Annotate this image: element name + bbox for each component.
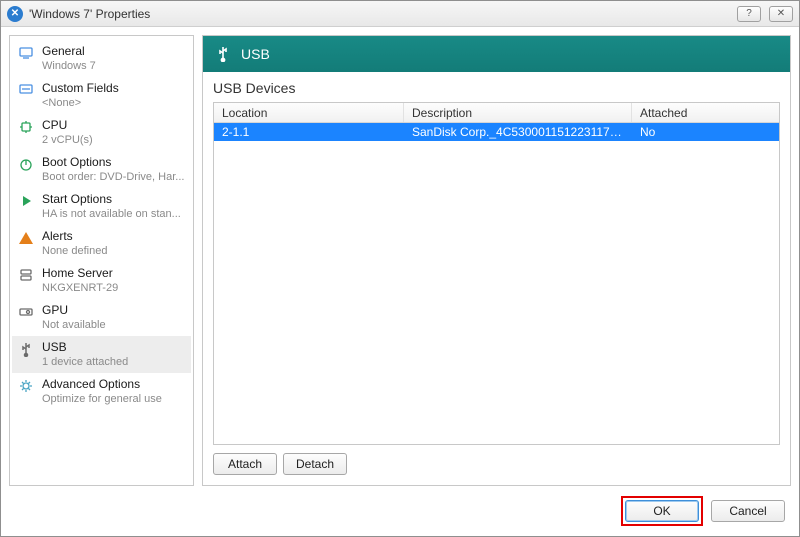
dialog-footer: OK Cancel	[9, 494, 791, 528]
sidebar-item-label: Start Options	[42, 192, 185, 207]
sidebar-item-sub: None defined	[42, 244, 185, 258]
sidebar-item-sub: Optimize for general use	[42, 392, 185, 406]
sidebar-item-advanced-options[interactable]: Advanced Options Optimize for general us…	[12, 373, 191, 410]
sidebar-item-cpu[interactable]: CPU 2 vCPU(s)	[12, 114, 191, 151]
content-title: USB	[241, 46, 270, 62]
sidebar-item-sub: HA is not available on stan...	[42, 207, 185, 221]
cell-location: 2-1.1	[214, 125, 404, 139]
column-header-location[interactable]: Location	[214, 103, 404, 122]
sidebar: General Windows 7 Custom Fields <None>	[9, 35, 194, 486]
window-title: 'Windows 7' Properties	[29, 7, 729, 21]
sidebar-item-usb[interactable]: USB 1 device attached	[12, 336, 191, 373]
sidebar-item-label: Alerts	[42, 229, 185, 244]
ok-highlight-box: OK	[621, 496, 703, 526]
content-body: USB Devices Location Description Attache…	[203, 72, 790, 485]
column-header-attached[interactable]: Attached	[632, 103, 779, 122]
cell-description: SanDisk Corp._4C530001151223117134	[404, 125, 632, 139]
close-button[interactable]: ✕	[769, 6, 793, 22]
sidebar-item-home-server[interactable]: Home Server NKGXENRT-29	[12, 262, 191, 299]
sidebar-item-sub: 2 vCPU(s)	[42, 133, 185, 147]
sidebar-item-sub: Not available	[42, 318, 185, 332]
attach-button[interactable]: Attach	[213, 453, 277, 475]
sidebar-item-label: Boot Options	[42, 155, 185, 170]
sidebar-item-label: CPU	[42, 118, 185, 133]
section-title: USB Devices	[213, 80, 780, 96]
sidebar-item-label: Custom Fields	[42, 81, 185, 96]
sidebar-item-label: USB	[42, 340, 185, 355]
cancel-button[interactable]: Cancel	[711, 500, 785, 522]
power-icon	[18, 156, 34, 172]
sidebar-item-sub: Windows 7	[42, 59, 185, 73]
sidebar-item-label: GPU	[42, 303, 185, 318]
sidebar-item-label: General	[42, 44, 185, 59]
sidebar-item-sub: <None>	[42, 96, 185, 110]
sidebar-item-start-options[interactable]: Start Options HA is not available on sta…	[12, 188, 191, 225]
sidebar-item-sub: Boot order: DVD-Drive, Har...	[42, 170, 185, 184]
table-body: 2-1.1 SanDisk Corp._4C530001151223117134…	[214, 123, 779, 444]
play-icon	[18, 193, 34, 209]
app-icon: ✕	[7, 6, 23, 22]
alert-icon	[18, 230, 34, 246]
usb-devices-table: Location Description Attached 2-1.1 SanD…	[213, 102, 780, 445]
detach-button[interactable]: Detach	[283, 453, 347, 475]
sidebar-item-custom-fields[interactable]: Custom Fields <None>	[12, 77, 191, 114]
sidebar-item-general[interactable]: General Windows 7	[12, 40, 191, 77]
sidebar-item-label: Home Server	[42, 266, 185, 281]
monitor-icon	[18, 45, 34, 61]
server-icon	[18, 267, 34, 283]
sidebar-item-label: Advanced Options	[42, 377, 185, 392]
properties-dialog: ✕ 'Windows 7' Properties ? ✕ General Win…	[0, 0, 800, 537]
table-header: Location Description Attached	[214, 103, 779, 123]
cpu-icon	[18, 119, 34, 135]
content-header: USB	[203, 36, 790, 72]
titlebar: ✕ 'Windows 7' Properties ? ✕	[1, 1, 799, 27]
content-panel: USB USB Devices Location Description Att…	[202, 35, 791, 486]
tag-icon	[18, 82, 34, 98]
sidebar-item-alerts[interactable]: Alerts None defined	[12, 225, 191, 262]
dialog-body: General Windows 7 Custom Fields <None>	[1, 27, 799, 536]
main-area: General Windows 7 Custom Fields <None>	[9, 35, 791, 486]
usb-icon	[215, 46, 231, 62]
column-header-description[interactable]: Description	[404, 103, 632, 122]
ok-button[interactable]: OK	[625, 500, 699, 522]
sidebar-item-sub: NKGXENRT-29	[42, 281, 185, 295]
sidebar-item-sub: 1 device attached	[42, 355, 185, 369]
table-row[interactable]: 2-1.1 SanDisk Corp._4C530001151223117134…	[214, 123, 779, 141]
cell-attached: No	[632, 125, 779, 139]
help-button[interactable]: ?	[737, 6, 761, 22]
sidebar-item-boot-options[interactable]: Boot Options Boot order: DVD-Drive, Har.…	[12, 151, 191, 188]
gpu-icon	[18, 304, 34, 320]
table-actions: Attach Detach	[213, 451, 780, 475]
gear-icon	[18, 378, 34, 394]
sidebar-item-gpu[interactable]: GPU Not available	[12, 299, 191, 336]
usb-icon	[18, 341, 34, 357]
